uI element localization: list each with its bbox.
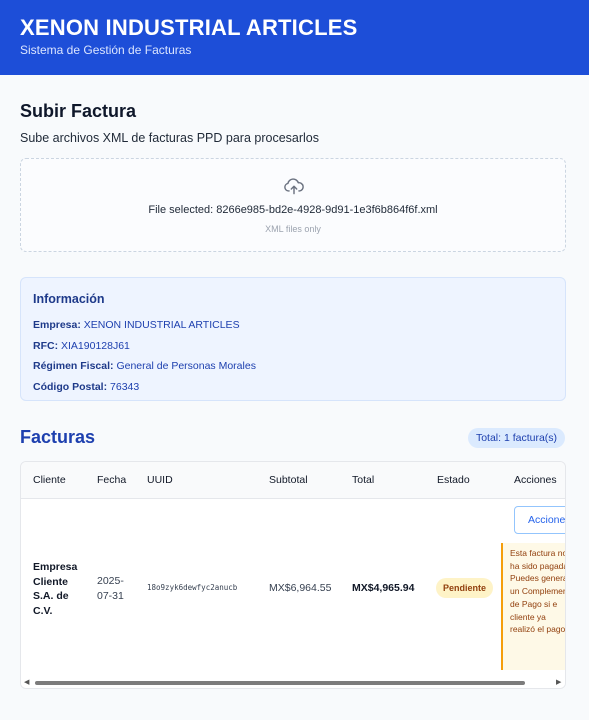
info-row-rfc: RFC: XIA190128J61: [33, 336, 553, 357]
info-row-empresa: Empresa: XENON INDUSTRIAL ARTICLES: [33, 315, 553, 336]
scrollbar-thumb[interactable]: [35, 681, 525, 685]
info-value: XENON INDUSTRIAL ARTICLES: [83, 319, 240, 331]
acciones-button[interactable]: Accione: [514, 506, 565, 534]
file-dropzone[interactable]: File selected: 8266e985-bd2e-4928-9d91-1…: [20, 158, 566, 252]
col-header-total: Total: [352, 474, 375, 486]
scroll-left-icon[interactable]: ◀: [24, 678, 29, 686]
info-value: General de Personas Morales: [116, 360, 256, 372]
horizontal-scrollbar[interactable]: ◀ ▶: [21, 677, 565, 688]
info-value: 76343: [110, 380, 140, 393]
table-header: Cliente Fecha UUID Subtotal Total Estado…: [21, 462, 565, 499]
app-subtitle: Sistema de Gestión de Facturas: [20, 43, 192, 57]
info-label: Régimen Fiscal:: [33, 360, 114, 372]
invoices-table: Cliente Fecha UUID Subtotal Total Estado…: [20, 461, 566, 689]
info-label: RFC:: [33, 339, 59, 352]
info-card: Información Empresa: XENON INDUSTRIAL AR…: [20, 277, 566, 401]
col-header-uuid: UUID: [147, 474, 173, 486]
unpaid-warning: Esta factura no ha sido pagada. Puedes g…: [501, 543, 565, 670]
info-row-codigo-postal: Código Postal: 76343: [33, 377, 553, 398]
cell-cliente: Empresa Cliente S.A. de C.V.: [33, 561, 78, 617]
col-header-estado: Estado: [437, 474, 470, 486]
upload-description: Sube archivos XML de facturas PPD para p…: [20, 131, 319, 145]
col-header-cliente: Cliente: [33, 474, 66, 486]
cloud-upload-icon: [284, 178, 304, 195]
upload-section-title: Subir Factura: [20, 101, 137, 121]
info-label: Empresa:: [33, 319, 81, 331]
info-row-regimen: Régimen Fiscal: General de Personas Mora…: [33, 356, 553, 377]
app-header: XENON INDUSTRIAL ARTICLES Sistema de Ges…: [0, 0, 589, 75]
cell-uuid: 18o9zyk6dewfyc2anucb: [147, 583, 238, 592]
company-title: XENON INDUSTRIAL ARTICLES: [20, 15, 358, 40]
total-count-badge: Total: 1 factura(s): [468, 428, 565, 448]
col-header-subtotal: Subtotal: [269, 474, 308, 486]
upload-hint: XML files only: [265, 224, 321, 234]
info-title: Información: [33, 292, 105, 306]
status-badge: Pendiente: [436, 578, 494, 598]
cell-subtotal: MX$6,964.55: [269, 582, 332, 594]
info-label: Código Postal:: [33, 380, 108, 393]
col-header-acciones: Acciones: [514, 474, 557, 486]
cell-fecha: 2025-07-31: [97, 575, 124, 602]
col-header-fecha: Fecha: [97, 474, 127, 486]
scroll-right-icon[interactable]: ▶: [556, 678, 561, 686]
selected-file-name: File selected: 8266e985-bd2e-4928-9d91-1…: [148, 204, 438, 216]
info-value: XIA190128J61: [61, 339, 130, 352]
cell-total: MX$4,965.94: [352, 582, 415, 594]
facturas-title: Facturas: [20, 427, 96, 447]
